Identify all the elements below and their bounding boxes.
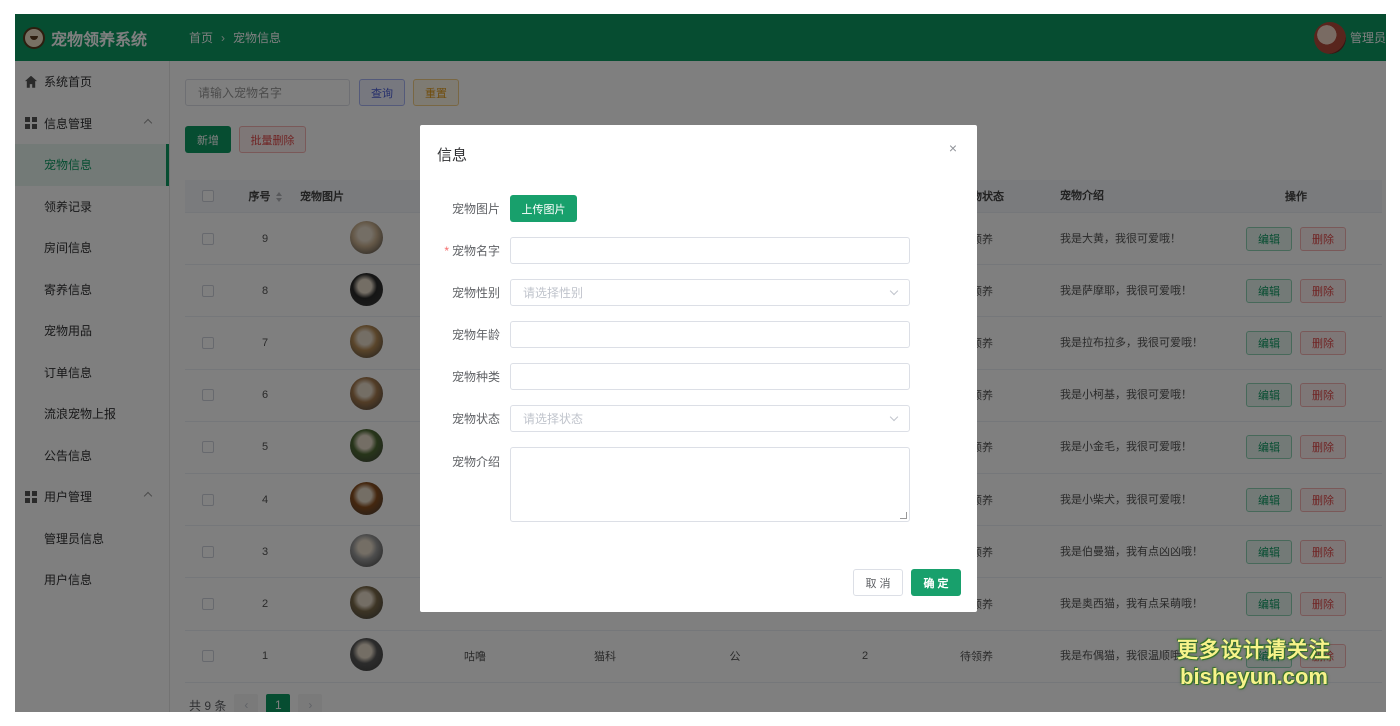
watermark-line1: 更多设计请关注 — [1177, 639, 1331, 662]
form-row-gender: 宠物性别 请选择性别 — [420, 279, 977, 306]
dialog-title: 信息 — [437, 147, 468, 164]
field-label: 宠物图片 — [451, 202, 500, 216]
form-row-intro: 宠物介绍 — [420, 447, 977, 522]
pet-kind-input[interactable] — [510, 363, 910, 390]
confirm-button[interactable]: 确 定 — [911, 569, 961, 596]
form-row-name: * 宠物名字 — [420, 237, 977, 264]
pet-gender-select[interactable]: 请选择性别 — [510, 279, 910, 306]
upload-image-button[interactable]: 上传图片 — [510, 195, 577, 222]
form-row-image: 宠物图片 上传图片 — [420, 195, 977, 222]
field-label: 宠物介绍 — [451, 455, 500, 469]
chevron-down-icon — [889, 412, 899, 422]
form-row-status: 宠物状态 请选择状态 — [420, 405, 977, 432]
watermark-line2: bisheyun.com — [1180, 664, 1328, 689]
chevron-down-icon — [889, 286, 899, 296]
field-label: 宠物性别 — [451, 286, 500, 300]
form-row-kind: 宠物种类 — [420, 363, 977, 390]
field-label: 宠物状态 — [451, 412, 500, 426]
watermark: 更多设计请关注 bisheyun.com — [1177, 634, 1331, 690]
close-icon[interactable]: × — [946, 141, 960, 155]
info-dialog: 信息 × 宠物图片 上传图片 * 宠物名字 宠物性别 请选择性别 宠物年龄 宠物种… — [420, 125, 977, 612]
pet-intro-textarea[interactable] — [510, 447, 910, 522]
field-label: * 宠物名字 — [444, 244, 500, 258]
pet-name-input[interactable] — [510, 237, 910, 264]
form-row-age: 宠物年龄 — [420, 321, 977, 348]
cancel-button[interactable]: 取 消 — [853, 569, 903, 596]
pet-status-select[interactable]: 请选择状态 — [510, 405, 910, 432]
app-frame: 宠物领养系统 首页 › 宠物信息 管理员 系统首页 信息管理 宠物信息 领养记录… — [15, 14, 1386, 712]
field-label: 宠物种类 — [451, 370, 500, 384]
pet-age-input[interactable] — [510, 321, 910, 348]
field-label: 宠物年龄 — [451, 328, 500, 342]
